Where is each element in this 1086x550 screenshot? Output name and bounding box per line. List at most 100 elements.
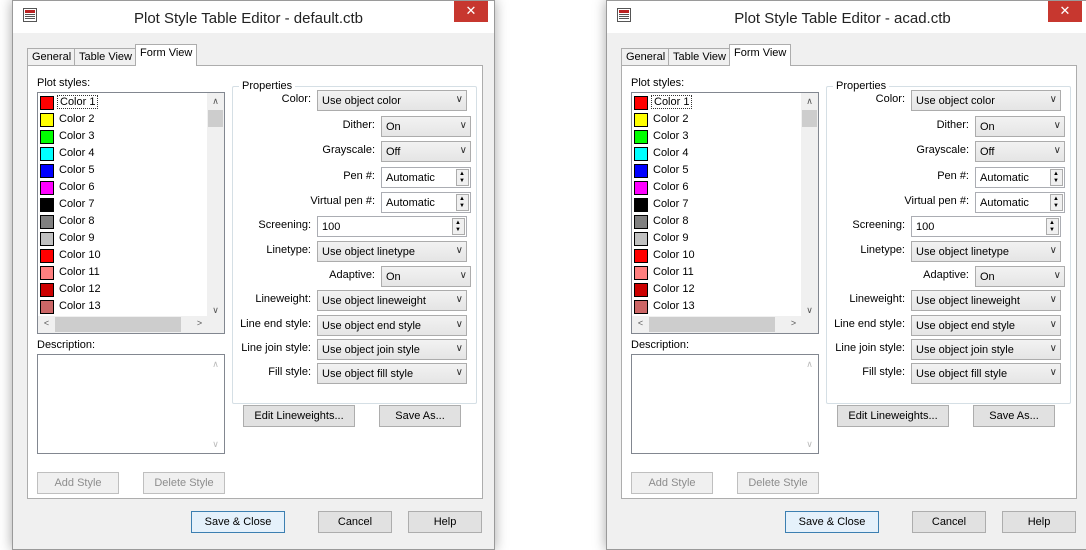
vertical-scrollbar[interactable]: ∧ ∨: [207, 93, 224, 318]
cancel-button[interactable]: Cancel: [318, 511, 392, 533]
description-textarea[interactable]: ∧ ∨: [631, 354, 819, 454]
tab-general[interactable]: General: [27, 48, 77, 66]
cancel-button[interactable]: Cancel: [912, 511, 986, 533]
list-item[interactable]: Color 11: [634, 265, 799, 282]
help-button[interactable]: Help: [408, 511, 482, 533]
spin-up-icon[interactable]: ▲: [1053, 171, 1059, 177]
close-button[interactable]: ✕: [454, 1, 488, 22]
list-item[interactable]: Color 7: [40, 197, 205, 214]
spin-up-icon[interactable]: ▲: [459, 171, 465, 177]
save-close-button[interactable]: Save & Close: [191, 511, 285, 533]
list-item[interactable]: Color 1: [40, 95, 205, 112]
list-item[interactable]: Color 8: [40, 214, 205, 231]
tab-form-view[interactable]: Form View: [135, 44, 198, 66]
lineweight-dropdown[interactable]: Use object lineweight ∨: [317, 290, 467, 311]
spin-down-icon[interactable]: ▼: [459, 178, 465, 184]
spin-buttons[interactable]: ▲ ▼: [456, 169, 469, 186]
line-join-dropdown[interactable]: Use object join style ∨: [911, 339, 1061, 360]
pen-stepper[interactable]: Automatic ▲ ▼: [381, 167, 471, 188]
scroll-up-icon[interactable]: ∧: [801, 96, 818, 107]
spin-buttons[interactable]: ▲ ▼: [456, 194, 469, 211]
spin-up-icon[interactable]: ▲: [1049, 220, 1055, 226]
line-join-dropdown[interactable]: Use object join style ∨: [317, 339, 467, 360]
scroll-right-icon[interactable]: >: [785, 318, 802, 328]
screening-stepper[interactable]: 100 ▲ ▼: [911, 216, 1061, 237]
scroll-thumb[interactable]: [208, 110, 223, 127]
spin-down-icon[interactable]: ▼: [1049, 227, 1055, 233]
horizontal-scrollbar[interactable]: < >: [38, 316, 208, 333]
list-item[interactable]: Color 5: [634, 163, 799, 180]
tab-general[interactable]: General: [621, 48, 671, 66]
scroll-down-icon[interactable]: ∨: [207, 439, 224, 450]
scroll-down-icon[interactable]: ∨: [801, 439, 818, 450]
spin-buttons[interactable]: ▲ ▼: [452, 218, 465, 235]
list-item[interactable]: Color 8: [634, 214, 799, 231]
spin-buttons[interactable]: ▲ ▼: [1050, 169, 1063, 186]
list-item[interactable]: Color 10: [634, 248, 799, 265]
list-item[interactable]: Color 9: [634, 231, 799, 248]
list-item[interactable]: Color 4: [634, 146, 799, 163]
spin-up-icon[interactable]: ▲: [1053, 196, 1059, 202]
description-scrollbar[interactable]: ∧ ∨: [207, 355, 224, 453]
plot-styles-list[interactable]: Color 1 Color 2 Color 3 Color 4 Color 5 …: [37, 92, 225, 334]
delete-style-button[interactable]: Delete Style: [143, 472, 225, 494]
edit-lineweights-button[interactable]: Edit Lineweights...: [243, 405, 355, 427]
list-item[interactable]: Color 2: [40, 112, 205, 129]
scroll-right-icon[interactable]: >: [191, 318, 208, 328]
close-button[interactable]: ✕: [1048, 1, 1082, 22]
help-button[interactable]: Help: [1002, 511, 1076, 533]
spin-down-icon[interactable]: ▼: [1053, 178, 1059, 184]
add-style-button[interactable]: Add Style: [631, 472, 713, 494]
spin-up-icon[interactable]: ▲: [455, 220, 461, 226]
spin-buttons[interactable]: ▲ ▼: [1046, 218, 1059, 235]
delete-style-button[interactable]: Delete Style: [737, 472, 819, 494]
add-style-button[interactable]: Add Style: [37, 472, 119, 494]
dither-dropdown[interactable]: On ∨: [975, 116, 1065, 137]
spin-up-icon[interactable]: ▲: [459, 196, 465, 202]
list-item[interactable]: Color 9: [40, 231, 205, 248]
dither-dropdown[interactable]: On ∨: [381, 116, 471, 137]
list-item[interactable]: Color 3: [634, 129, 799, 146]
list-item[interactable]: Color 3: [40, 129, 205, 146]
pen-stepper[interactable]: Automatic ▲ ▼: [975, 167, 1065, 188]
spin-down-icon[interactable]: ▼: [455, 227, 461, 233]
list-item[interactable]: Color 5: [40, 163, 205, 180]
linetype-dropdown[interactable]: Use object linetype ∨: [911, 241, 1061, 262]
description-textarea[interactable]: ∧ ∨: [37, 354, 225, 454]
lineweight-dropdown[interactable]: Use object lineweight ∨: [911, 290, 1061, 311]
list-item[interactable]: Color 7: [634, 197, 799, 214]
spin-down-icon[interactable]: ▼: [459, 203, 465, 209]
edit-lineweights-button[interactable]: Edit Lineweights...: [837, 405, 949, 427]
grayscale-dropdown[interactable]: Off ∨: [381, 141, 471, 162]
plot-styles-list[interactable]: Color 1 Color 2 Color 3 Color 4 Color 5 …: [631, 92, 819, 334]
line-end-dropdown[interactable]: Use object end style ∨: [911, 315, 1061, 336]
line-end-dropdown[interactable]: Use object end style ∨: [317, 315, 467, 336]
scroll-thumb[interactable]: [802, 110, 817, 127]
save-as-button[interactable]: Save As...: [973, 405, 1055, 427]
horizontal-scrollbar[interactable]: < >: [632, 316, 802, 333]
list-item[interactable]: Color 10: [40, 248, 205, 265]
fill-dropdown[interactable]: Use object fill style ∨: [911, 363, 1061, 384]
list-item[interactable]: Color 6: [40, 180, 205, 197]
scroll-thumb[interactable]: [55, 317, 181, 332]
title-bar[interactable]: Plot Style Table Editor - acad.ctb ✕: [607, 1, 1086, 33]
adaptive-dropdown[interactable]: On ∨: [381, 266, 471, 287]
scroll-left-icon[interactable]: <: [632, 318, 649, 328]
scroll-up-icon[interactable]: ∧: [207, 96, 224, 107]
virtual-pen-stepper[interactable]: Automatic ▲ ▼: [975, 192, 1065, 213]
save-as-button[interactable]: Save As...: [379, 405, 461, 427]
list-item[interactable]: Color 12: [40, 282, 205, 299]
tab-table-view[interactable]: Table View: [668, 48, 731, 66]
list-item[interactable]: Color 12: [634, 282, 799, 299]
list-item[interactable]: Color 13: [40, 299, 205, 316]
title-bar[interactable]: Plot Style Table Editor - default.ctb ✕: [13, 1, 494, 33]
list-item[interactable]: Color 4: [40, 146, 205, 163]
vertical-scrollbar[interactable]: ∧ ∨: [801, 93, 818, 318]
color-dropdown[interactable]: Use object color ∨: [317, 90, 467, 111]
scroll-left-icon[interactable]: <: [38, 318, 55, 328]
virtual-pen-stepper[interactable]: Automatic ▲ ▼: [381, 192, 471, 213]
fill-dropdown[interactable]: Use object fill style ∨: [317, 363, 467, 384]
grayscale-dropdown[interactable]: Off ∨: [975, 141, 1065, 162]
list-item[interactable]: Color 2: [634, 112, 799, 129]
tab-table-view[interactable]: Table View: [74, 48, 137, 66]
